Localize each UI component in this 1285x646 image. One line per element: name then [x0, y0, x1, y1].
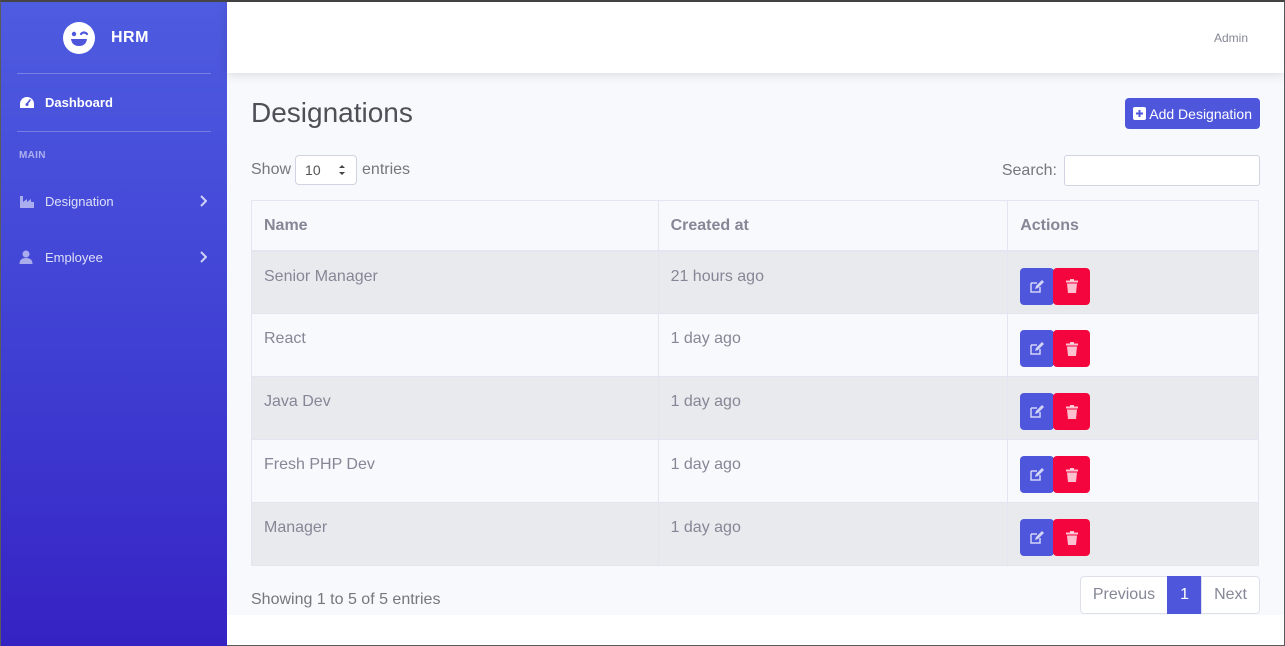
table-row: Manager 1 day ago: [251, 502, 1259, 566]
sidebar-heading: MAIN: [19, 150, 46, 161]
entries-label: entries: [362, 161, 411, 178]
column-header-created[interactable]: Created at: [657, 200, 1009, 251]
table-info: Showing 1 to 5 of 5 entries: [251, 591, 441, 608]
designations-table: Name Created at Actions Senior Manager 2…: [251, 200, 1259, 566]
trash-icon: [1065, 279, 1078, 293]
add-designation-label: Add Designation: [1149, 105, 1252, 122]
previous-page-button[interactable]: Previous: [1079, 576, 1169, 614]
user-menu[interactable]: Admin: [1214, 31, 1248, 45]
pagination: Previous 1 Next: [1079, 576, 1260, 614]
created-at: 1 day ago: [657, 313, 1009, 377]
table-row: Senior Manager 21 hours ago: [251, 250, 1259, 314]
row-actions: [1007, 250, 1259, 314]
brand-name: HRM: [111, 28, 149, 46]
sidebar-item-label: Designation: [45, 193, 114, 209]
designation-name: Senior Manager: [251, 250, 659, 314]
brand[interactable]: HRM: [1, 2, 227, 73]
created-at: 1 day ago: [657, 376, 1009, 440]
edit-icon: [1030, 342, 1045, 355]
sidebar-divider: [17, 131, 211, 132]
edit-icon: [1030, 468, 1045, 481]
created-at: 1 day ago: [657, 502, 1009, 566]
designation-name: React: [251, 313, 659, 377]
trash-icon: [1065, 341, 1078, 356]
sidebar: HRM Dashboard MAIN Designation Employee: [1, 2, 227, 646]
column-header-actions: Actions: [1007, 200, 1259, 251]
sort-arrows-icon: [338, 163, 346, 180]
row-actions: [1007, 313, 1259, 377]
page-length-select[interactable]: 10: [295, 155, 358, 185]
trash-icon: [1065, 467, 1078, 482]
designation-name: Manager: [251, 502, 659, 566]
edit-button[interactable]: [1020, 393, 1055, 430]
delete-button[interactable]: [1053, 393, 1091, 430]
column-header-name[interactable]: Name: [251, 200, 659, 251]
delete-button[interactable]: [1053, 519, 1091, 556]
created-at: 21 hours ago: [657, 250, 1009, 314]
sidebar-item-employee[interactable]: Employee: [1, 229, 227, 285]
tachometer-icon: [20, 96, 34, 108]
designation-name: Java Dev: [251, 376, 659, 440]
topbar: Admin: [227, 2, 1284, 73]
delete-button[interactable]: [1053, 456, 1091, 493]
edit-icon: [1030, 279, 1045, 293]
chevron-right-icon: [199, 251, 207, 263]
edit-icon: [1030, 531, 1045, 544]
table-row: Fresh PHP Dev 1 day ago: [251, 439, 1259, 503]
edit-icon: [1030, 405, 1045, 418]
page-length-control: Show 10 entries: [251, 155, 410, 185]
next-page-button[interactable]: Next: [1201, 576, 1260, 614]
designation-name: Fresh PHP Dev: [251, 439, 659, 503]
edit-button[interactable]: [1020, 267, 1055, 305]
row-actions: [1007, 376, 1259, 440]
industry-icon: [19, 195, 35, 208]
delete-button[interactable]: [1053, 267, 1091, 305]
delete-button[interactable]: [1053, 330, 1091, 367]
plus-square-icon: [1133, 107, 1147, 120]
user-icon: [19, 250, 35, 264]
page-length-value: 10: [305, 162, 321, 178]
row-actions: [1007, 439, 1259, 503]
add-designation-button[interactable]: Add Designation: [1125, 98, 1260, 129]
search-label: Search:: [1001, 161, 1057, 179]
row-actions: [1007, 502, 1259, 566]
search-control: Search:: [1002, 155, 1260, 186]
sidebar-item-dashboard[interactable]: Dashboard: [1, 74, 227, 131]
trash-icon: [1065, 530, 1078, 545]
sidebar-item-label: Employee: [45, 249, 103, 265]
trash-icon: [1065, 404, 1078, 419]
main-content: Designations Add Designation Show 10 ent…: [227, 73, 1284, 615]
edit-button[interactable]: [1020, 456, 1055, 493]
table-header-row: Name Created at Actions: [251, 200, 1259, 251]
chevron-right-icon: [199, 195, 207, 207]
created-at: 1 day ago: [657, 439, 1009, 503]
edit-button[interactable]: [1020, 330, 1055, 367]
edit-button[interactable]: [1020, 519, 1055, 556]
sidebar-item-designation[interactable]: Designation: [1, 173, 227, 229]
sidebar-item-label: Dashboard: [45, 95, 113, 110]
page-title: Designations: [251, 97, 413, 128]
table-row: React 1 day ago: [251, 313, 1259, 377]
table-row: Java Dev 1 day ago: [251, 376, 1259, 440]
page-1-button[interactable]: 1: [1167, 576, 1203, 614]
show-label: Show: [251, 161, 292, 178]
search-input[interactable]: [1064, 155, 1260, 186]
laugh-wink-icon: [63, 21, 95, 54]
